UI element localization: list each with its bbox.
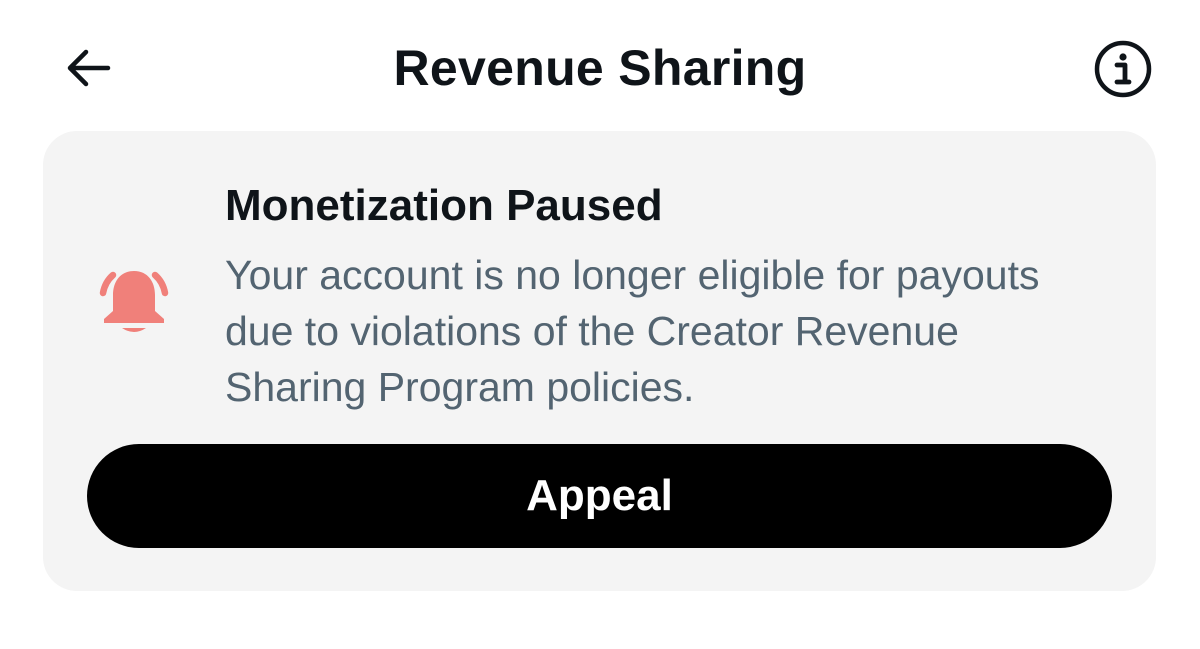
monetization-notice-card: Monetization Paused Your account is no l… (43, 131, 1156, 591)
notice-body: Your account is no longer eligible for p… (225, 252, 1040, 410)
info-button[interactable] (1092, 38, 1154, 100)
appeal-button-label: Appeal (526, 471, 673, 520)
header-bar: Revenue Sharing (0, 0, 1200, 135)
appeal-button[interactable]: Appeal (87, 444, 1112, 548)
notice-title: Monetization Paused (225, 181, 663, 230)
page-title: Revenue Sharing (393, 40, 807, 96)
alert-bell-icon (99, 271, 169, 332)
info-icon (1094, 40, 1152, 98)
